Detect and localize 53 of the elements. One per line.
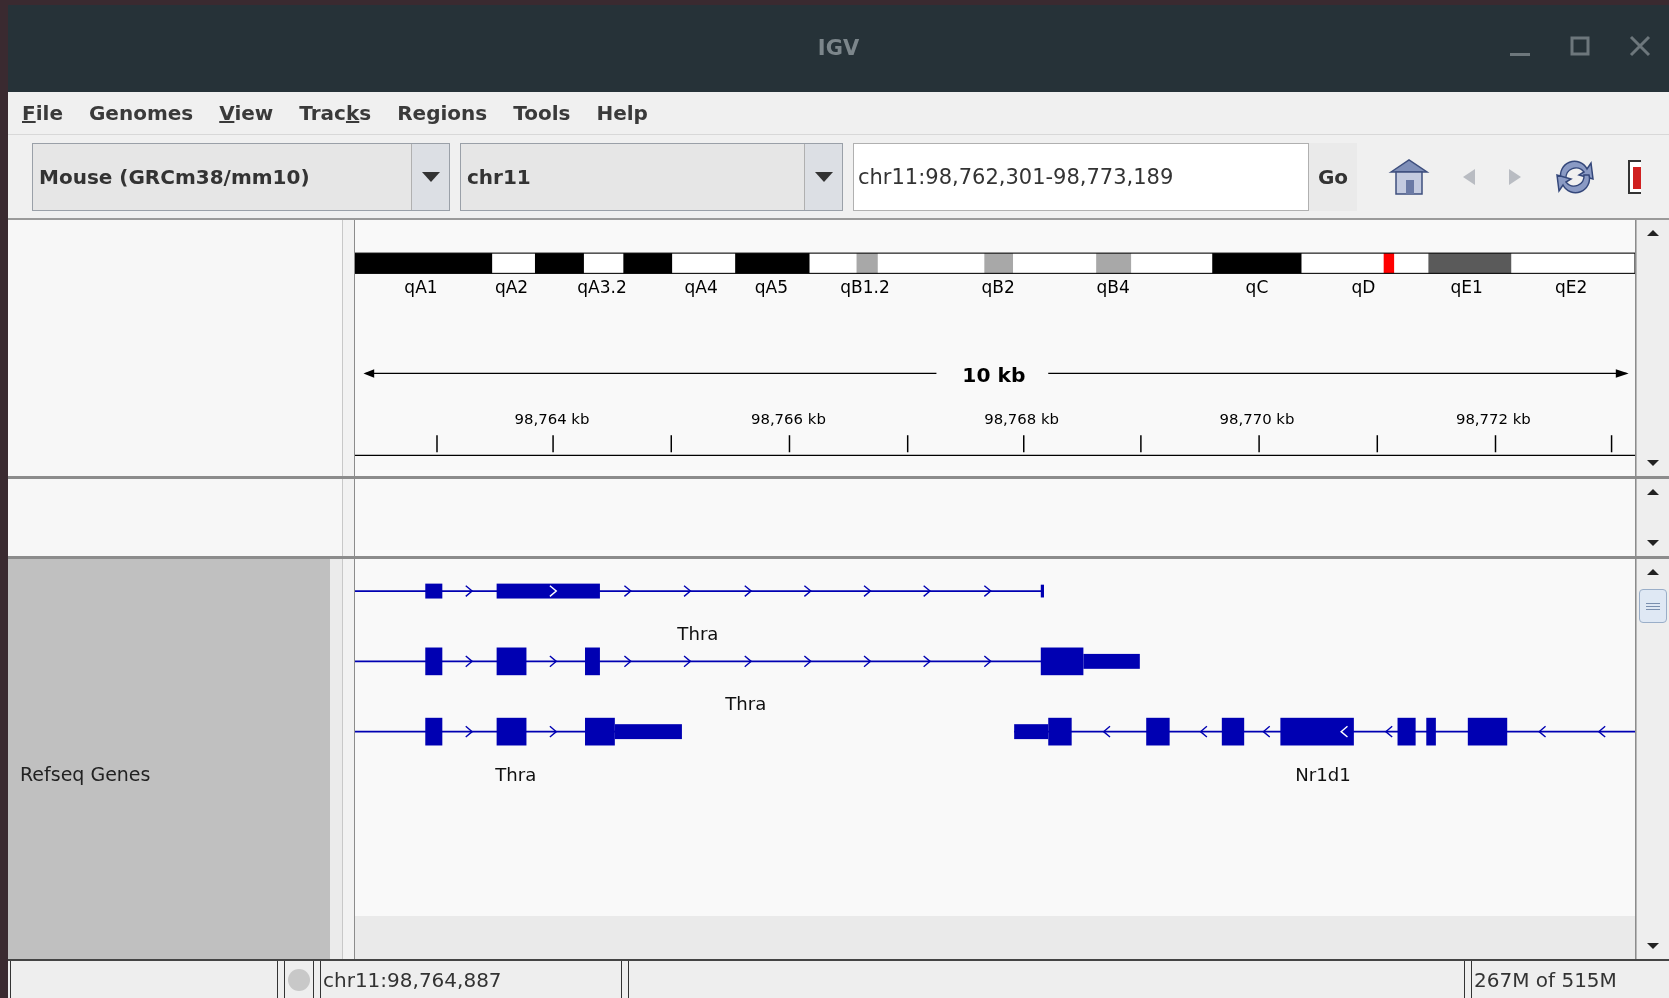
scroll-bar[interactable] [1636, 559, 1669, 959]
scroll-thumb[interactable] [1639, 589, 1667, 623]
track-name[interactable]: Refseq Genes [20, 759, 151, 789]
scroll-up-icon[interactable] [1646, 567, 1660, 577]
tick-label: 98,770 kb [1219, 409, 1295, 428]
band-label: qA2 [494, 276, 529, 297]
band-label: qC [1245, 276, 1269, 297]
band-label: qB2 [981, 276, 1015, 297]
band-label: qD [1351, 276, 1376, 297]
band-label: qA1 [404, 276, 438, 297]
menu-item[interactable]: File [22, 98, 63, 128]
position-readout: chr11:98,764,887 [320, 961, 622, 998]
band-label: qA3.2 [577, 276, 627, 297]
band-label: qB4 [1096, 276, 1130, 297]
window-title: IGV [817, 34, 860, 62]
band-label: qA5 [754, 276, 788, 297]
menu-item[interactable]: Tools [513, 98, 571, 128]
gene-label: Thra [677, 623, 719, 645]
scroll-down-icon[interactable] [1646, 458, 1660, 468]
home-icon[interactable] [1387, 157, 1431, 196]
scroll-up-icon[interactable] [1646, 228, 1660, 238]
tick-label: 98,766 kb [750, 409, 826, 428]
tick-label: 98,772 kb [1455, 409, 1531, 428]
maximize-icon[interactable] [1569, 35, 1591, 57]
band-label: qA4 [684, 276, 718, 297]
genome-dropdown[interactable]: Mouse (GRCm38/mm10) [32, 142, 450, 211]
menu-item[interactable]: Genomes [88, 98, 194, 128]
band-label: qE1 [1450, 276, 1483, 297]
memory-readout: 267M of 515M [1471, 961, 1669, 998]
band-label: qB1.2 [840, 276, 890, 297]
gene-label: Thra [725, 693, 767, 715]
panel-icon[interactable] [1627, 158, 1641, 195]
chromosome-dropdown[interactable]: chr11 [460, 142, 843, 211]
caret-icon [421, 171, 440, 182]
close-icon[interactable] [1629, 35, 1651, 57]
gene-label: Nr1d1 [1295, 763, 1351, 785]
span-label: 10 kb [962, 363, 1026, 387]
band-label: qE2 [1554, 276, 1588, 297]
menu-item[interactable]: Tracks [299, 98, 372, 128]
scroll-down-icon[interactable] [1646, 538, 1660, 548]
locus-field[interactable]: chr11:98,762,301-98,773,189 [853, 142, 1309, 211]
menu-item[interactable]: Regions [397, 98, 488, 128]
tick-label: 98,764 kb [514, 409, 590, 428]
tick-label: 98,768 kb [984, 409, 1060, 428]
scroll-up-icon[interactable] [1646, 487, 1660, 497]
caret-icon [814, 171, 833, 182]
scroll-down-icon[interactable] [1646, 941, 1660, 951]
gene-label: Thra [495, 763, 537, 785]
chromosome-ideogram[interactable] [355, 252, 1635, 274]
status-light-icon [287, 967, 311, 992]
menu-item[interactable]: View [219, 98, 274, 128]
go-button[interactable]: Go [1309, 142, 1357, 211]
menu-item[interactable]: Help [596, 98, 648, 128]
